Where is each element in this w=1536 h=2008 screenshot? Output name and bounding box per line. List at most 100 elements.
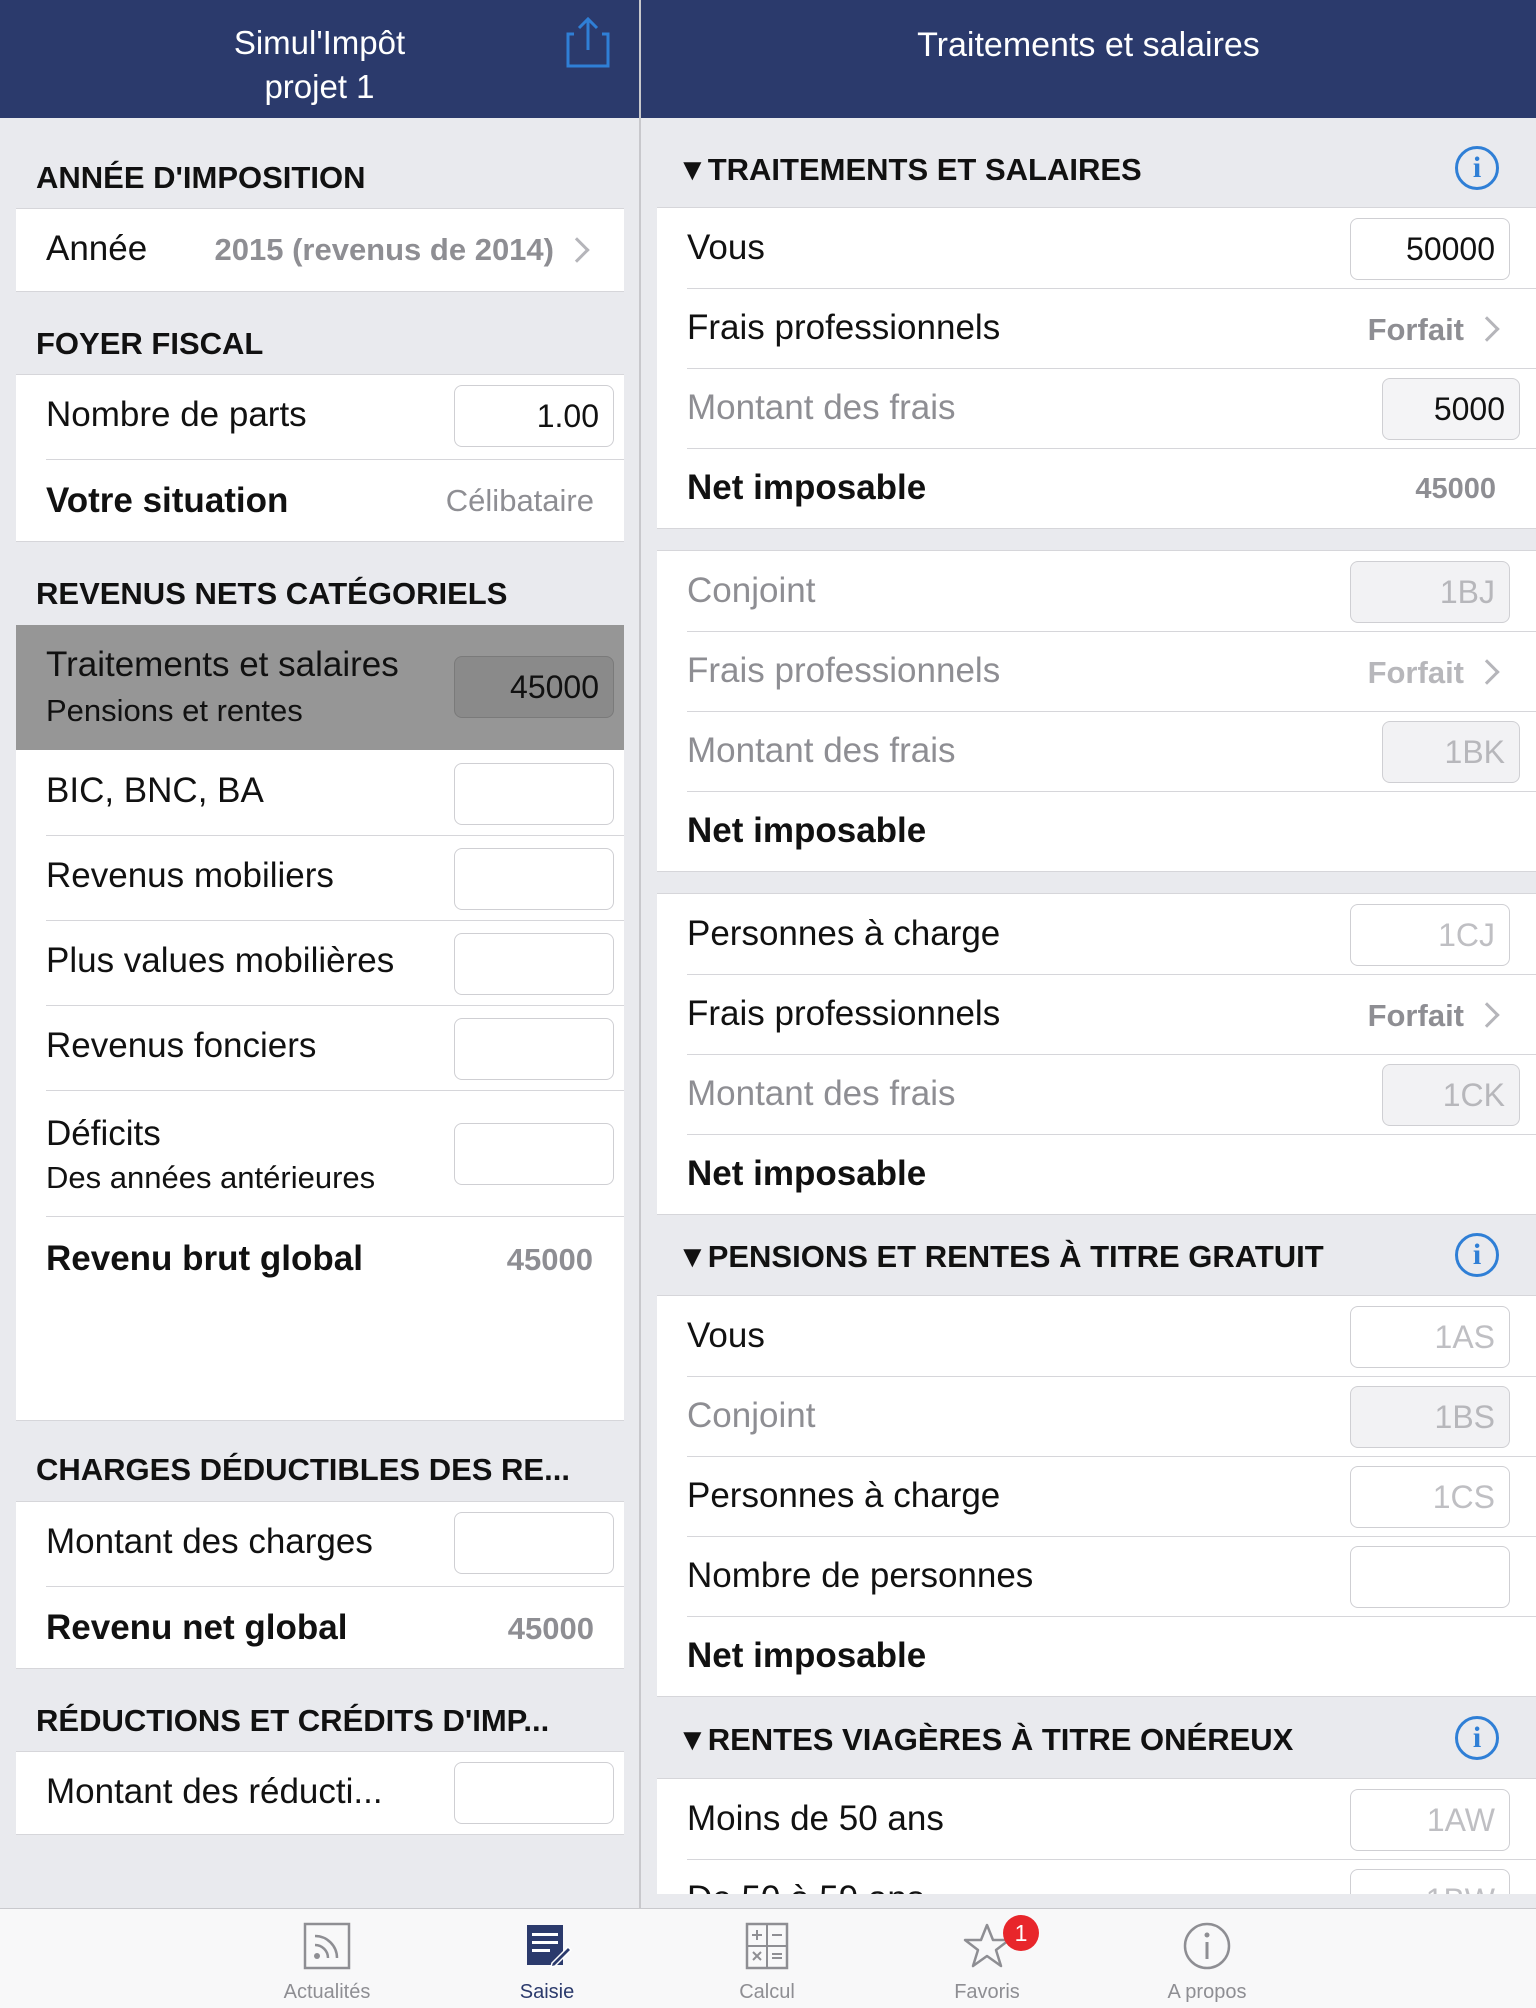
favoris-badge: 1 — [1003, 1915, 1039, 1951]
right-panel[interactable]: ▼TRAITEMENTS ET SALAIRES i Vous 50000 Fr… — [641, 118, 1536, 1894]
montant-frais-input[interactable]: 1CK — [1382, 1064, 1520, 1126]
tab-label: Actualités — [283, 1981, 371, 2003]
situation-value[interactable]: Célibataire — [446, 483, 594, 519]
tab-a-propos[interactable]: A propos — [1107, 1909, 1307, 2008]
conjoint-pension-input[interactable]: 1BS — [1350, 1386, 1510, 1448]
row-separator — [687, 1134, 1536, 1135]
net-imposable-value: 45000 — [1415, 473, 1496, 505]
frais-value[interactable]: Forfait — [1368, 312, 1464, 348]
rentes-block: Moins de 50 ans 1AW De 50 à 59 ans 1BW — [657, 1778, 1536, 1894]
vous-pension-input[interactable]: 1AS — [1350, 1306, 1510, 1368]
row-separator — [46, 1090, 624, 1091]
montant-frais-label: Montant des frais — [687, 388, 956, 427]
fonciers-label: Revenus fonciers — [46, 1026, 317, 1065]
mobiliers-input[interactable] — [454, 848, 614, 910]
conjoint-label: Conjoint — [687, 1396, 816, 1435]
de-50-59-input[interactable]: 1BW — [1350, 1869, 1510, 1894]
section-header-pensions[interactable]: ▼PENSIONS ET RENTES À TITRE GRATUIT — [677, 1239, 1324, 1275]
situation-label: Votre situation — [46, 481, 289, 520]
montant-frais-label: Montant des frais — [687, 1074, 956, 1113]
bic-label: BIC, BNC, BA — [46, 771, 264, 810]
section-header-traitements[interactable]: ▼TRAITEMENTS ET SALAIRES — [677, 152, 1142, 188]
pac-input[interactable]: 1CJ — [1350, 904, 1510, 966]
plus-values-input[interactable] — [454, 933, 614, 995]
plus-values-label: Plus values mobilières — [46, 941, 395, 980]
row-separator — [687, 448, 1536, 449]
chevron-right-icon — [1474, 1002, 1500, 1028]
deficits-input[interactable] — [454, 1123, 614, 1185]
vous-block: Vous 50000 Frais professionnels Forfait … — [657, 207, 1536, 529]
section-header-rentes[interactable]: ▼RENTES VIAGÈRES À TITRE ONÉREUX — [677, 1722, 1293, 1758]
conjoint-input[interactable]: 1BJ — [1350, 561, 1510, 623]
section-header-reductions: RÉDUCTIONS ET CRÉDITS D'IMP... — [36, 1703, 550, 1738]
deficits-label: Déficits — [46, 1114, 161, 1153]
row-separator — [46, 1586, 624, 1587]
annee-group: Année 2015 (revenus de 2014) — [16, 208, 624, 292]
row-separator — [687, 974, 1536, 975]
row-separator — [687, 1616, 1536, 1617]
row-separator — [687, 711, 1536, 712]
reductions-label: Montant des réducti... — [46, 1772, 383, 1811]
reductions-input[interactable] — [454, 1762, 614, 1824]
montant-frais-input[interactable]: 1BK — [1382, 721, 1520, 783]
vous-label: Vous — [687, 228, 765, 267]
tab-calcul[interactable]: Calcul — [667, 1909, 867, 2008]
pac-block: Personnes à charge 1CJ Frais professionn… — [657, 893, 1536, 1215]
traitements-value[interactable]: 45000 — [454, 656, 614, 718]
detail-title: Traitements et salaires — [917, 26, 1260, 64]
traitements-row-selected[interactable]: Traitements et salaires Pensions et rent… — [16, 625, 624, 750]
pensions-sublabel: Pensions et rentes — [46, 693, 303, 728]
section-title: TRAITEMENTS ET SALAIRES — [707, 152, 1142, 187]
nombre-personnes-input[interactable] — [1350, 1546, 1510, 1608]
annee-value[interactable]: 2015 (revenus de 2014) — [215, 232, 555, 268]
chevron-right-icon — [1474, 659, 1500, 685]
left-nav-bar: Simul'Impôt projet 1 — [0, 0, 639, 118]
pac-label: Personnes à charge — [687, 914, 1001, 953]
moins-50-input[interactable]: 1AW — [1350, 1789, 1510, 1851]
net-imposable-label: Net imposable — [687, 468, 927, 507]
conjoint-block: Conjoint 1BJ Frais professionnels Forfai… — [657, 550, 1536, 872]
section-header-charges: CHARGES DÉDUCTIBLES DES RE... — [36, 1452, 570, 1487]
net-imposable-label: Net imposable — [687, 811, 927, 850]
parts-input[interactable]: 1.00 — [454, 385, 614, 447]
section-header-annee: ANNÉE D'IMPOSITION — [36, 160, 366, 195]
nombre-personnes-label: Nombre de personnes — [687, 1556, 1034, 1595]
revenu-net-label: Revenu net global — [46, 1608, 348, 1647]
section-header-foyer: FOYER FISCAL — [36, 326, 264, 361]
row-separator — [687, 368, 1536, 369]
fonciers-input[interactable] — [454, 1018, 614, 1080]
frais-value[interactable]: Forfait — [1368, 655, 1464, 691]
montant-frais-input[interactable]: 5000 — [1382, 378, 1520, 440]
frais-label: Frais professionnels — [687, 994, 1001, 1033]
tab-label: A propos — [1167, 1981, 1247, 2003]
app-title: Simul'Impôt — [233, 24, 406, 61]
parts-label: Nombre de parts — [46, 395, 307, 434]
reductions-group: Montant des réducti... — [16, 1751, 624, 1835]
tab-label: Calcul — [739, 1981, 795, 2003]
vous-label: Vous — [687, 1316, 765, 1355]
info-circle-icon — [1183, 1922, 1231, 1970]
moins-50-label: Moins de 50 ans — [687, 1799, 944, 1838]
edit-form-icon — [527, 1925, 572, 1969]
conjoint-label: Conjoint — [687, 571, 816, 610]
info-icon[interactable]: i — [1455, 1233, 1499, 1277]
chevron-right-icon — [1474, 316, 1500, 342]
left-panel[interactable]: ANNÉE D'IMPOSITION Année 2015 (revenus d… — [0, 118, 639, 1908]
tab-saisie[interactable]: Saisie — [447, 1909, 647, 2008]
info-icon[interactable]: i — [1455, 146, 1499, 190]
bic-input[interactable] — [454, 763, 614, 825]
deficits-sublabel: Des années antérieures — [46, 1160, 376, 1195]
info-icon[interactable]: i — [1455, 1716, 1499, 1760]
frais-value[interactable]: Forfait — [1368, 998, 1464, 1034]
tab-label: Favoris — [954, 1981, 1020, 2003]
annee-label: Année — [46, 229, 148, 268]
vous-salaires-input[interactable]: 50000 — [1350, 218, 1510, 280]
row-separator — [687, 1859, 1536, 1860]
pac-pension-input[interactable]: 1CS — [1350, 1466, 1510, 1528]
charges-input[interactable] — [454, 1512, 614, 1574]
tab-actualites[interactable]: Actualités — [227, 1909, 427, 2008]
tab-favoris[interactable]: Favoris — [887, 1909, 1087, 2008]
row-separator — [687, 1054, 1536, 1055]
share-icon[interactable] — [566, 16, 610, 68]
charges-group: Montant des charges Revenu net global 45… — [16, 1501, 624, 1669]
